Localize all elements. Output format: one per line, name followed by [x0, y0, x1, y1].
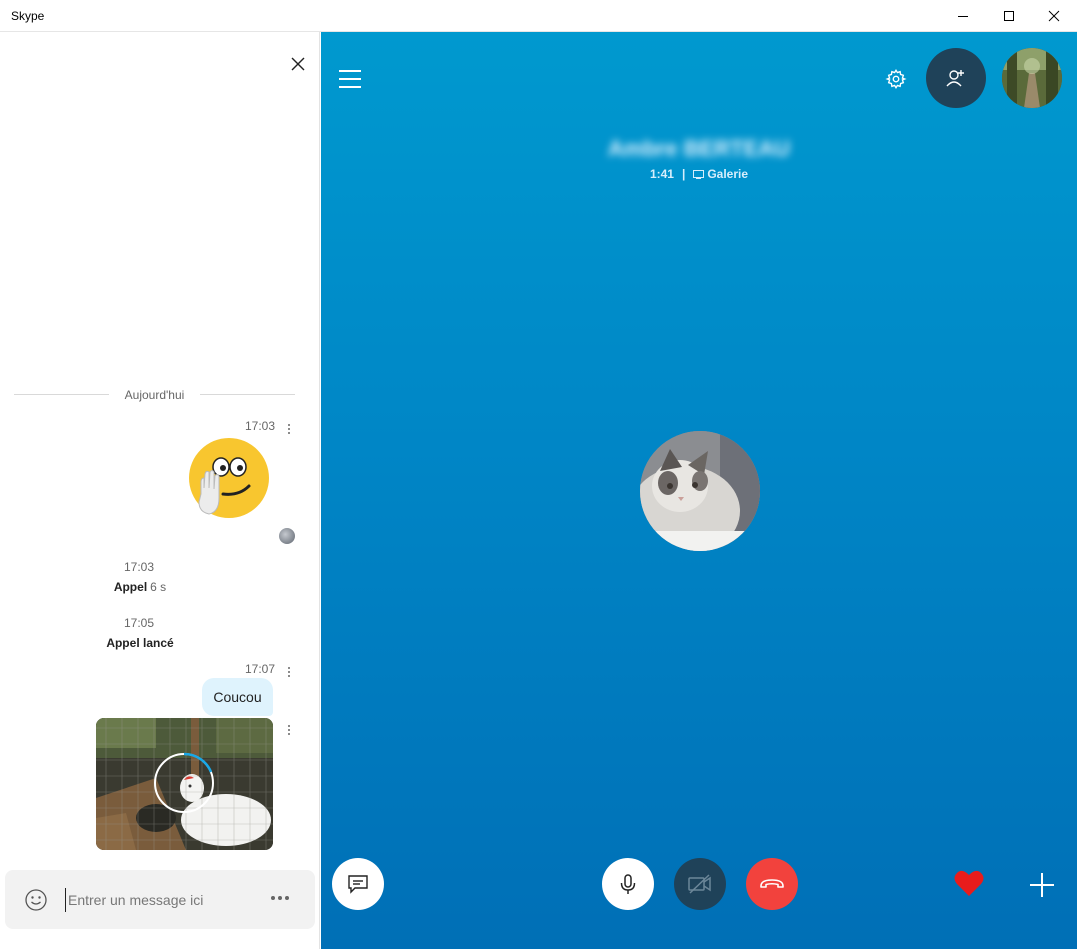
hang-up-button[interactable]	[746, 858, 798, 910]
toggle-video-button[interactable]	[674, 858, 726, 910]
chicken-photo[interactable]	[96, 718, 273, 850]
menu-button[interactable]	[339, 70, 361, 88]
sender-avatar	[279, 528, 295, 544]
hang-up-icon	[760, 879, 784, 888]
close-icon	[1048, 10, 1060, 22]
close-window-button[interactable]	[1031, 0, 1077, 32]
minimize-icon	[958, 16, 968, 17]
video-off-icon	[688, 874, 711, 894]
heart-icon[interactable]	[953, 868, 985, 898]
message-time: 17:05	[124, 616, 155, 630]
self-video-preview[interactable]	[1002, 48, 1062, 108]
caller-name: Ambre BERTEAU	[607, 136, 791, 161]
minimize-button[interactable]	[940, 0, 986, 32]
maximize-button[interactable]	[986, 0, 1032, 32]
call-info: 1:41 | Galerie	[649, 167, 749, 181]
message-input[interactable]	[65, 888, 265, 912]
wave-emoji-icon	[189, 438, 269, 518]
call-view: Ambre BERTEAU 1:41 | Galerie	[321, 32, 1077, 949]
close-icon	[291, 57, 305, 71]
call-duration: 6 s	[150, 580, 167, 594]
call-event-label: Appel lancé	[106, 636, 174, 650]
close-chat-button[interactable]	[287, 53, 309, 75]
call-event-label: Appel	[113, 580, 148, 594]
open-chat-button[interactable]	[332, 858, 384, 910]
window-title: Skype	[11, 9, 45, 23]
view-mode-toggle[interactable]: Galerie	[693, 167, 748, 181]
call-duration: 1:41	[649, 167, 674, 181]
title-bar: Skype	[0, 0, 1077, 32]
message-options-button[interactable]	[283, 722, 295, 738]
emoji-button[interactable]	[25, 889, 47, 911]
settings-button[interactable]	[885, 68, 907, 90]
message-composer	[5, 870, 315, 929]
mute-button[interactable]	[602, 858, 654, 910]
maximize-icon	[1004, 11, 1014, 21]
message-time: 17:03	[245, 419, 276, 433]
message-time: 17:07	[245, 662, 276, 676]
date-divider: Aujourd'hui	[14, 388, 295, 402]
chat-icon	[348, 875, 368, 894]
add-participant-button[interactable]	[926, 48, 986, 108]
more-options-button[interactable]	[271, 896, 289, 900]
view-mode-label: Galerie	[707, 167, 749, 181]
message-bubble[interactable]: Coucou	[202, 678, 273, 716]
gallery-icon	[693, 170, 705, 179]
date-divider-label: Aujourd'hui	[124, 388, 185, 402]
message-time: 17:03	[124, 560, 155, 574]
plus-icon[interactable]	[1029, 872, 1055, 898]
message-options-button[interactable]	[283, 664, 295, 680]
microphone-icon	[620, 874, 636, 894]
call-event: Appel lancé	[0, 636, 280, 650]
add-person-icon	[946, 70, 964, 87]
chat-panel: Aujourd'hui 17:03 17:03 Appel 6 s 17:05 A…	[0, 32, 320, 949]
message-options-button[interactable]	[283, 421, 295, 437]
call-event: Appel 6 s	[0, 580, 280, 594]
caller-avatar	[640, 431, 760, 551]
